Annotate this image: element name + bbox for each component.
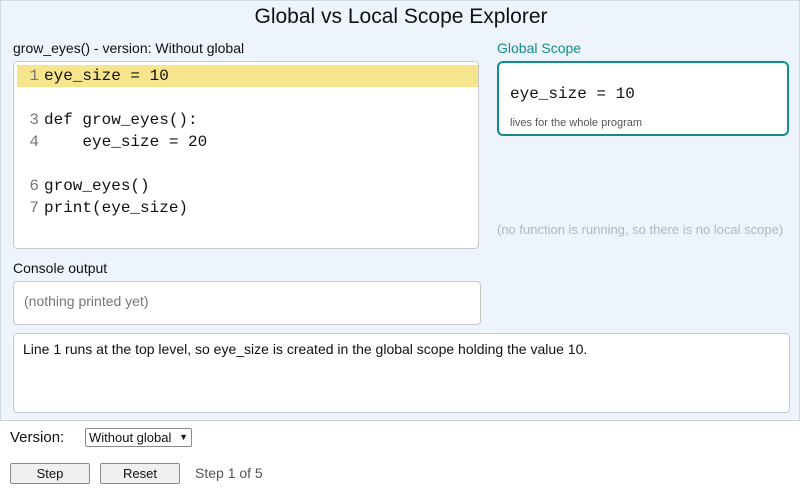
line-number: 6 [29,177,39,195]
code-panel-label: grow_eyes() - version: Without global [13,40,245,56]
code-line: 3 def grow_eyes(): [17,109,478,131]
code-text: print(eye_size) [44,199,189,217]
explanation-text: Line 1 runs at the top level, so eye_siz… [23,341,588,357]
console-text: (nothing printed yet) [24,293,149,309]
code-text: eye_size = 20 [44,133,208,151]
global-variable: eye_size = 10 [510,85,635,103]
step-button[interactable]: Step [10,463,90,484]
console-output: (nothing printed yet) [13,281,481,325]
code-panel: 1 eye_size = 10 3 def grow_eyes(): 4 eye_s… [13,61,479,249]
global-scope-note: lives for the whole program [510,117,643,129]
code-line: 6 grow_eyes() [17,175,478,197]
explorer-stage: Global vs Local Scope Explorer grow_eyes… [0,0,800,421]
code-text: grow_eyes() [44,177,150,195]
line-number: 3 [29,111,39,129]
version-label: Version: [10,429,65,446]
code-line: 1 eye_size = 10 [17,65,478,87]
line-number: 7 [29,199,39,217]
code-line: 4 eye_size = 20 [17,131,478,153]
step-status: Step 1 of 5 [195,465,263,481]
chevron-down-icon: ▼ [179,432,188,442]
code-text: eye_size = 10 [44,67,169,85]
code-text: def grow_eyes(): [44,111,198,129]
version-select[interactable]: Without global ▼ [85,428,192,447]
page-title: Global vs Local Scope Explorer [254,5,548,28]
global-scope-panel: eye_size = 10 lives for the whole progra… [497,61,789,136]
console-label: Console output [13,260,108,276]
line-number: 4 [29,133,39,151]
line-number: 1 [29,67,39,85]
explanation-box: Line 1 runs at the top level, so eye_siz… [13,333,790,413]
local-scope-note: (no function is running, so there is no … [497,222,784,237]
code-line: 7 print(eye_size) [17,197,478,219]
version-selected-value: Without global [89,430,172,445]
reset-button[interactable]: Reset [100,463,180,484]
global-scope-label: Global Scope [497,40,582,56]
